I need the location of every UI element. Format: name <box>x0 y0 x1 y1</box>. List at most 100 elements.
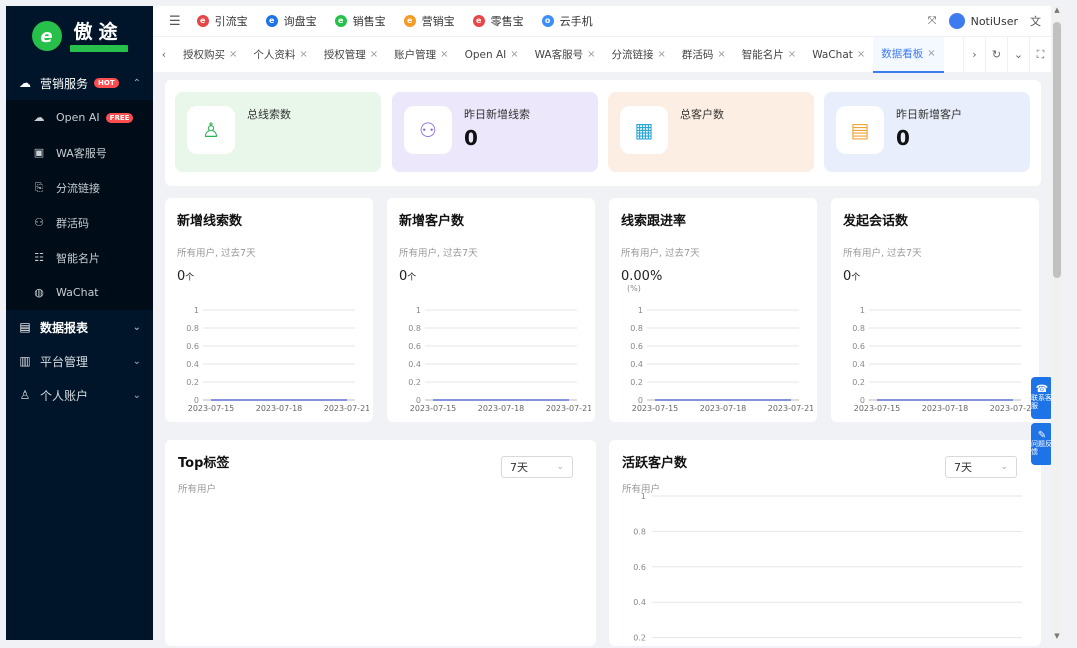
chevron-down-icon: ⌄ <box>132 321 141 333</box>
close-icon[interactable]: × <box>229 49 237 60</box>
topnav-label: 云手机 <box>559 15 593 28</box>
close-icon[interactable]: × <box>370 49 378 60</box>
feedback-icon: ✎ <box>1037 430 1047 441</box>
sidebar-item-5[interactable]: ◍ WaChat <box>6 275 153 310</box>
close-icon[interactable]: × <box>510 49 518 60</box>
card-title: 新增线索数 <box>177 214 243 229</box>
sidebar-item-1[interactable]: ▣ WA客服号 <box>6 135 153 170</box>
page-scrollbar[interactable]: ▲ ▼ <box>1051 6 1063 640</box>
sidebar-item-4[interactable]: ☷ 智能名片 <box>6 240 153 275</box>
close-icon[interactable]: × <box>857 49 865 60</box>
topnav-link-1[interactable]: e 询盘宝 <box>265 13 317 29</box>
topnav-label: 零售宝 <box>490 15 524 28</box>
tab-8[interactable]: 智能名片 × <box>734 37 804 73</box>
card-icon: ☷ <box>34 251 44 264</box>
scroll-down-icon[interactable]: ▼ <box>1051 632 1063 640</box>
stat-label: 总客户数 <box>680 108 724 121</box>
wachat-icon: ◍ <box>34 286 44 299</box>
x-tick-label: 2023-07-15 <box>632 404 679 413</box>
close-icon[interactable]: × <box>927 48 935 59</box>
tab-0[interactable]: 授权购买 × <box>175 37 245 73</box>
tab-bar: ‹ 授权购买 × 个人资料 × 授权管理 × 账户管理 × Open AI × WA客服号 × 分流链接… <box>153 36 1051 73</box>
close-icon[interactable]: × <box>658 49 666 60</box>
split-link-icon: ⎘ <box>34 180 44 194</box>
card-title: 发起会话数 <box>843 214 909 229</box>
x-tick-label: 2023-07-18 <box>256 404 303 413</box>
axis-unit: (%) <box>627 284 641 293</box>
sidebar-group-reports[interactable]: ▤ 数据报表 ⌄ <box>6 310 153 344</box>
tab-scroll-left-icon[interactable]: ‹ <box>153 37 175 73</box>
menu-fold-icon[interactable]: ☰ <box>169 14 181 29</box>
user-icon: ♙ <box>19 388 31 402</box>
user-menu[interactable]: NotiUser <box>948 13 1018 29</box>
scroll-thumb[interactable] <box>1053 22 1061 278</box>
card-subtitle: 所有用户, 过去7天 <box>399 248 478 259</box>
tab-4[interactable]: Open AI × <box>457 37 527 73</box>
close-icon[interactable]: × <box>587 49 595 60</box>
sidebar-group-label: 平台管理 <box>40 354 89 369</box>
tab-2[interactable]: 授权管理 × <box>316 37 386 73</box>
sidebar-group-marketing[interactable]: ☁ 营销服务 HOT ⌃ <box>6 66 153 100</box>
range-select[interactable]: 7天 ⌄ <box>945 456 1017 478</box>
topnav-link-2[interactable]: e 销售宝 <box>334 13 386 29</box>
topnav-link-3[interactable]: e 营销宝 <box>403 13 455 29</box>
tab-6[interactable]: 分流链接 × <box>604 37 674 73</box>
fullscreen-icon[interactable]: ⤧ <box>928 14 937 28</box>
topnav-link-4[interactable]: e 零售宝 <box>472 13 524 29</box>
sidebar-group-platform[interactable]: ▥ 平台管理 ⌄ <box>6 344 153 378</box>
range-select[interactable]: 7天 ⌄ <box>501 456 573 478</box>
user-icon: ♙ <box>187 106 235 154</box>
scroll-up-icon[interactable]: ▲ <box>1051 6 1063 14</box>
y-tick-label: 1 <box>860 306 865 315</box>
sidebar-item-0[interactable]: ☁ Open AI FREE <box>6 100 153 135</box>
sidebar-item-label: 群活码 <box>56 216 89 230</box>
tab-scroll-right-icon[interactable]: › <box>963 36 985 73</box>
sidebar-item-3[interactable]: ⚇ 群活码 <box>6 205 153 240</box>
logo-title: 傲途 <box>73 20 124 43</box>
line-chart: 00.20.40.60.812023-07-15 2023-07-18 2023-0… <box>408 306 591 413</box>
close-icon[interactable]: × <box>440 49 448 60</box>
translate-icon[interactable]: 文 <box>1030 13 1041 29</box>
close-icon[interactable]: × <box>717 49 725 60</box>
tab-9[interactable]: WaChat × <box>804 37 873 73</box>
sidebar: e 傲途 ☁ 营销服务 HOT ⌃ ☁ Open AI FREE ▣ WA客服号 ⎘ 分流链… <box>6 6 153 640</box>
close-icon[interactable]: × <box>788 49 796 60</box>
y-tick-label: 1 <box>416 306 421 315</box>
topnav-link-5[interactable]: o 云手机 <box>541 13 593 29</box>
tab-label: 授权购买 <box>183 49 225 61</box>
card-subtitle: 所有用户, 过去7天 <box>621 248 700 259</box>
feedback-button[interactable]: ✎ 问题反馈 <box>1031 423 1053 465</box>
stat-label: 总线索数 <box>247 108 291 121</box>
product-logo-icon: e <box>334 15 347 27</box>
tab-5[interactable]: WA客服号 × <box>527 37 604 73</box>
topnav-link-0[interactable]: e 引流宝 <box>196 13 248 29</box>
tab-7[interactable]: 群活码 × <box>674 37 734 73</box>
tab-label: WaChat <box>812 48 853 61</box>
expand-icon[interactable]: ⛶ <box>1029 36 1051 73</box>
select-value: 7天 <box>954 461 972 474</box>
y-tick-label: 1 <box>641 492 646 501</box>
topnav-label: 引流宝 <box>214 15 248 28</box>
sidebar-group-account[interactable]: ♙ 个人账户 ⌄ <box>6 378 153 412</box>
tab-3[interactable]: 账户管理 × <box>386 37 456 73</box>
line-chart: 00.20.40.60.812023-07-15 2023-07-18 2023-0… <box>852 306 1035 413</box>
x-tick-label: 2023-07-18 <box>478 404 525 413</box>
chevron-down-icon[interactable]: ⌄ <box>1007 36 1029 73</box>
support-button[interactable]: ☎ 联系客服 <box>1031 377 1053 419</box>
y-tick-label: 0.8 <box>630 324 643 333</box>
tab-10[interactable]: 数据看板 × <box>873 36 944 73</box>
tab-1[interactable]: 个人资料 × <box>245 37 315 73</box>
metric-card: 新增线索数 所有用户, 过去7天 0个 0 0.2 0.4 0.6 0.8 1 2023-07-1… <box>165 198 373 422</box>
tab-label: 账户管理 <box>394 49 437 61</box>
y-tick-label: 0.4 <box>408 360 421 369</box>
chevron-down-icon: ⌄ <box>556 462 564 472</box>
tab-label: 个人资料 <box>253 49 296 61</box>
y-tick-label: 1 <box>194 306 199 315</box>
topnav-label: 销售宝 <box>352 15 386 28</box>
refresh-icon[interactable]: ↻ <box>985 36 1007 73</box>
sidebar-item-2[interactable]: ⎘ 分流链接 <box>6 170 153 205</box>
close-icon[interactable]: × <box>299 49 307 60</box>
product-logo-icon: e <box>472 15 485 27</box>
free-badge: FREE <box>105 112 134 123</box>
support-icon: ☎ <box>1035 384 1049 395</box>
